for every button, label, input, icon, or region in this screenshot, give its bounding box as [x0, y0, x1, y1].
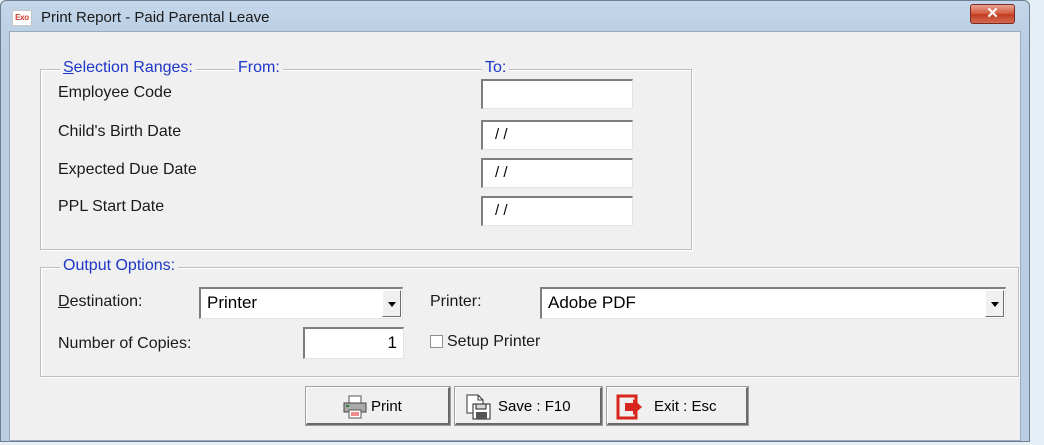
exit-icon [616, 393, 644, 425]
output-options-legend: Output Options: [60, 257, 179, 275]
app-icon: Exo [12, 10, 32, 26]
employee-code-to-input[interactable] [481, 79, 633, 109]
destination-label: Destination: [58, 293, 143, 311]
expected-due-date-label: Expected Due Date [58, 161, 197, 178]
legend-text: election Ranges: [73, 59, 193, 76]
save-icon [464, 393, 492, 425]
destination-select[interactable]: Printer [199, 287, 403, 319]
destination-label-text: estination: [69, 293, 143, 310]
to-label: To: [482, 59, 510, 77]
exit-button[interactable]: Exit : Esc [606, 386, 749, 426]
printer-icon [342, 395, 368, 423]
destination-value: Printer [207, 293, 258, 312]
setup-printer-label[interactable]: Setup Printer [447, 333, 540, 351]
number-of-copies-label: Number of Copies: [58, 335, 192, 352]
print-button[interactable]: Print [305, 386, 451, 426]
expected-due-date-to-input[interactable]: / / [481, 158, 633, 188]
printer-label: Printer: [430, 293, 482, 310]
dialog-window: Exo Print Report - Paid Parental Leave ✕… [0, 0, 1030, 442]
chevron-down-icon[interactable] [382, 290, 401, 317]
save-button[interactable]: Save : F10 [454, 386, 603, 426]
legend-accesskey: S [63, 59, 74, 76]
childs-birth-date-to-input[interactable]: / / [481, 120, 633, 150]
save-button-label: Save : F10 [498, 398, 571, 415]
output-options-group: Output Options: Destination: Printer Pri… [40, 257, 1019, 377]
close-button[interactable]: ✕ [970, 4, 1015, 24]
from-label: From: [235, 59, 283, 77]
title-bar[interactable]: Exo Print Report - Paid Parental Leave ✕ [1, 1, 1029, 35]
printer-value: Adobe PDF [548, 293, 636, 312]
close-icon: ✕ [986, 5, 999, 22]
setup-printer-checkbox[interactable] [430, 335, 443, 348]
dialog-body: Selection Ranges: From: To: Employee Cod… [9, 31, 1021, 441]
print-button-label: Print [371, 398, 402, 415]
childs-birth-date-label: Child's Birth Date [58, 123, 182, 140]
exit-button-label: Exit : Esc [654, 398, 717, 415]
ppl-start-date-to-input[interactable]: / / [481, 196, 633, 226]
chevron-down-icon[interactable] [985, 290, 1004, 317]
selection-ranges-group: Selection Ranges: From: To: Employee Cod… [40, 59, 692, 250]
number-of-copies-input[interactable]: 1 [303, 327, 404, 359]
employee-code-label: Employee Code [58, 84, 172, 101]
destination-accesskey: D [58, 293, 70, 310]
ppl-start-date-label: PPL Start Date [58, 198, 165, 215]
selection-ranges-legend: Selection Ranges: [60, 59, 196, 77]
printer-select[interactable]: Adobe PDF [540, 287, 1006, 319]
window-title: Print Report - Paid Parental Leave [41, 9, 270, 26]
